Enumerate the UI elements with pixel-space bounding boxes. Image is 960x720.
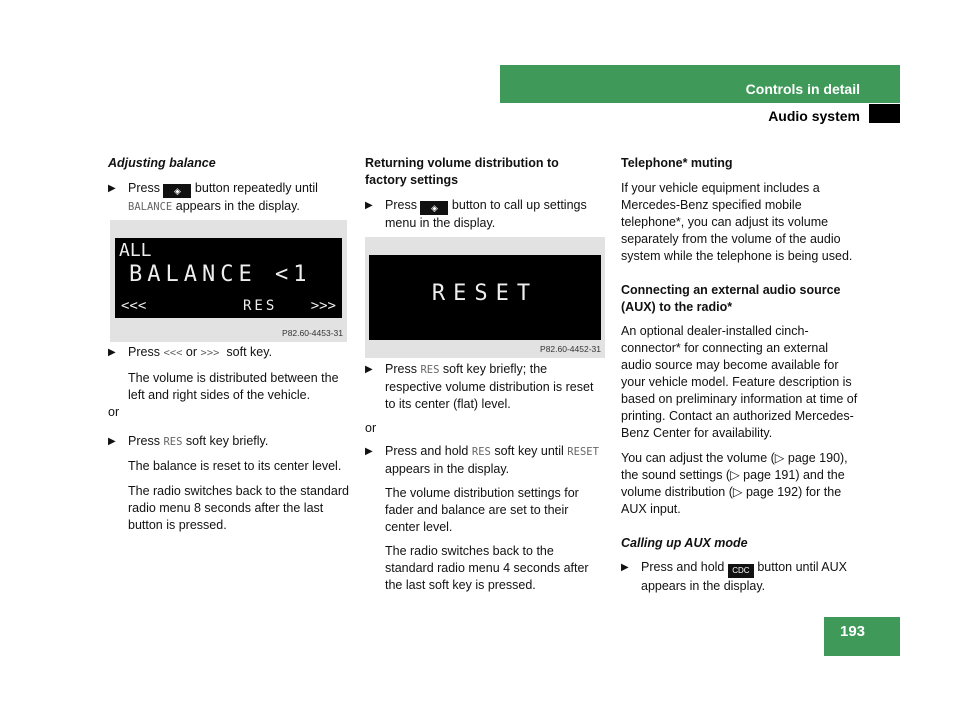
display-text: >>> (200, 347, 220, 359)
section-header-bar: Controls in detail (500, 65, 900, 103)
heading-returning-volume: Returning volume distribution to factory… (365, 156, 559, 187)
softkey-right: >>> (310, 298, 336, 314)
page-number: 193 (840, 623, 866, 640)
col2-title-block: Returning volume distribution to factory… (365, 155, 595, 189)
display-text: RES (420, 364, 440, 376)
or-text: or (108, 405, 120, 419)
text: Press (128, 434, 160, 448)
col1-step3: Press RES soft key briefly. The balance … (108, 433, 353, 534)
text: Press (128, 181, 160, 195)
col3: Telephone* muting If your vehicle equipm… (621, 155, 861, 595)
text: button repeatedly until (194, 181, 318, 195)
page-number-box: 193 (824, 617, 900, 656)
balance-display-figure: ALL BALANCE <1 <<< RES >>> P82.60-4453-3… (110, 220, 347, 342)
heading-telephone-muting: Telephone* muting (621, 156, 733, 170)
settings-button-icon: ◈ (163, 184, 192, 198)
reset-display-figure: RESET P82.60-4452-31 (365, 237, 605, 358)
lcd-line1: ALL (119, 240, 152, 261)
paragraph: You can adjust the volume (▷ page 190), … (621, 451, 848, 516)
lcd-line2: BALANCE <1 (129, 262, 312, 287)
paragraph: The radio switches back to the standard … (385, 544, 589, 592)
text: Press and hold (641, 560, 725, 574)
col1-step1: Press ◈ button repeatedly until BALANCE a… (108, 180, 353, 216)
paragraph: The volume is distributed between the le… (128, 371, 339, 402)
col1-title-block: Adjusting balance (108, 155, 353, 172)
text: appears in the display. (385, 462, 510, 476)
display-text: RESET (567, 446, 599, 458)
paragraph: The balance is reset to its center level… (128, 459, 342, 473)
lcd-line: RESET (431, 281, 539, 306)
text: Press and hold (385, 444, 469, 458)
display-text: BALANCE (128, 201, 173, 213)
col2-step3: Press and hold RES soft key until RESET a… (365, 443, 605, 594)
text: soft key until (494, 444, 564, 458)
text: Press (385, 198, 417, 212)
paragraph: An optional dealer-installed cinch-conne… (621, 324, 858, 440)
display-text: <<< (163, 347, 183, 359)
text: Press (128, 345, 160, 359)
heading-aux-source: Connecting an external audio source (AUX… (621, 283, 841, 314)
paragraph: The volume distribution settings for fad… (385, 486, 579, 534)
section-title: Controls in detail (745, 81, 860, 97)
lcd-display: RESET (369, 255, 601, 340)
cdc-button-icon: CDC (727, 564, 754, 578)
softkey-left: <<< (121, 298, 147, 314)
or-text: or (365, 421, 377, 435)
heading-calling-aux: Calling up AUX mode (621, 536, 748, 550)
text: appears in the display. (175, 199, 300, 213)
paragraph: If your vehicle equipment includes a Mer… (621, 181, 853, 263)
text: soft key briefly; the respective volume … (385, 362, 594, 411)
softkey-res: RES (243, 298, 278, 314)
settings-button-icon: ◈ (420, 201, 449, 215)
text: soft key. (226, 345, 273, 359)
subsection-title: Audio system (768, 108, 860, 124)
col2-step1: Press ◈ button to call up settings menu … (365, 197, 603, 232)
lcd-display: ALL BALANCE <1 <<< RES >>> (115, 238, 342, 318)
col1-step2: Press <<< or >>> soft key. The volume is… (108, 344, 353, 421)
text: soft key briefly. (185, 434, 269, 448)
paragraph: The radio switches back to the standard … (128, 484, 349, 532)
figure-caption: P82.60-4452-31 (540, 344, 601, 354)
figure-caption: P82.60-4453-31 (282, 328, 343, 338)
text: or (185, 345, 198, 359)
section-marker (869, 104, 900, 123)
display-text: RES (163, 436, 183, 448)
text: Press (385, 362, 417, 376)
display-text: RES (471, 446, 491, 458)
col2-step2: Press RES soft key briefly; the respecti… (365, 361, 605, 437)
manual-page: Controls in detail Audio system Adjustin… (0, 0, 960, 720)
heading-adjusting-balance: Adjusting balance (108, 156, 216, 170)
